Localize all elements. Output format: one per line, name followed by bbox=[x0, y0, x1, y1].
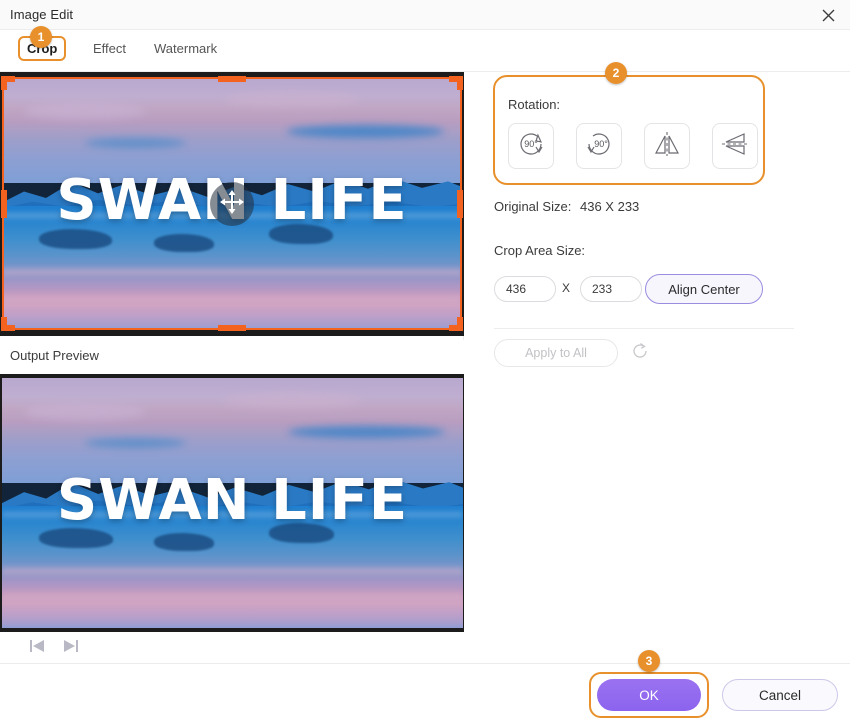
rotation-group: Rotation: 90° 90° bbox=[493, 75, 765, 185]
photo-caption: SWAN LIFE bbox=[56, 468, 409, 533]
photo-cloud bbox=[25, 403, 145, 421]
photo-swan bbox=[154, 533, 215, 551]
crop-handle-bottom[interactable] bbox=[218, 325, 246, 331]
crop-handle-bottom-right[interactable] bbox=[457, 317, 463, 331]
skip-next-icon bbox=[62, 638, 80, 659]
crop-handle-top-right[interactable] bbox=[457, 76, 463, 90]
align-center-button[interactable]: Align Center bbox=[645, 274, 763, 304]
crop-area-size-label: Crop Area Size: bbox=[494, 243, 586, 258]
crop-handle-bottom-left[interactable] bbox=[1, 317, 7, 331]
output-preview-image: SWAN LIFE bbox=[0, 374, 464, 632]
rotation-label: Rotation: bbox=[508, 97, 561, 112]
reset-rotate-icon bbox=[630, 341, 650, 366]
flip-horizontal-icon bbox=[651, 128, 683, 165]
crop-handle-right[interactable] bbox=[457, 189, 463, 218]
cancel-button[interactable]: Cancel bbox=[722, 679, 838, 711]
move-icon bbox=[219, 189, 245, 220]
rotate-right-90-button[interactable]: 90° bbox=[508, 123, 554, 169]
image-nav-strip bbox=[0, 632, 464, 664]
rotate-counterclockwise-90-icon: 90° bbox=[582, 127, 616, 166]
photo-water-streak bbox=[2, 593, 463, 601]
rotate-clockwise-90-icon: 90° bbox=[514, 127, 548, 166]
tab-effect[interactable]: Effect bbox=[84, 36, 135, 61]
tab-watermark[interactable]: Watermark bbox=[145, 36, 226, 61]
apply-to-all-button[interactable]: Apply to All bbox=[494, 339, 618, 367]
tab-bar: Crop Effect Watermark bbox=[0, 30, 850, 72]
output-preview-bar: Output Preview bbox=[0, 340, 464, 374]
step-badge-1: 1 bbox=[30, 26, 52, 48]
output-preview-label: Output Preview bbox=[10, 348, 99, 363]
step-badge-2: 2 bbox=[605, 62, 627, 84]
title-bar: Image Edit bbox=[0, 0, 850, 30]
reset-button[interactable] bbox=[627, 340, 653, 366]
svg-text:90°: 90° bbox=[524, 139, 538, 149]
settings-panel: Rotation: 90° 90° Original Size: 436 X 2… bbox=[465, 72, 850, 663]
step-badge-3: 3 bbox=[638, 650, 660, 672]
photo-cloud bbox=[287, 425, 445, 438]
previous-image-button[interactable] bbox=[24, 636, 50, 660]
close-icon bbox=[822, 9, 835, 22]
crop-handle-left[interactable] bbox=[1, 189, 7, 218]
crop-handle-top[interactable] bbox=[218, 76, 246, 82]
flip-horizontal-button[interactable] bbox=[644, 123, 690, 169]
flip-vertical-icon bbox=[719, 128, 751, 165]
crop-width-input[interactable]: 436 bbox=[494, 276, 556, 302]
flip-vertical-button[interactable] bbox=[712, 123, 758, 169]
photo-cloud bbox=[223, 393, 362, 408]
panel-divider bbox=[494, 328, 794, 329]
ok-button[interactable]: OK bbox=[597, 679, 701, 711]
rotate-left-90-button[interactable]: 90° bbox=[576, 123, 622, 169]
crop-handle-top-left[interactable] bbox=[1, 76, 7, 90]
window-title: Image Edit bbox=[10, 7, 74, 22]
crop-editor-preview[interactable]: SWAN LIFE bbox=[0, 72, 464, 336]
photo-water-streak bbox=[2, 568, 463, 574]
photo-cloud bbox=[84, 438, 187, 448]
crop-move-handle[interactable] bbox=[210, 182, 254, 226]
close-button[interactable] bbox=[806, 0, 850, 30]
next-image-button[interactable] bbox=[58, 636, 84, 660]
svg-text:90°: 90° bbox=[594, 139, 608, 149]
original-size-label: Original Size: bbox=[494, 199, 572, 214]
output-source-image: SWAN LIFE bbox=[2, 378, 463, 628]
original-size-value: 436 X 233 bbox=[580, 199, 640, 214]
photo-swan-life-output: SWAN LIFE bbox=[2, 378, 463, 628]
footer-bar: OK Cancel bbox=[0, 663, 850, 725]
crop-size-separator: X bbox=[562, 281, 571, 295]
crop-height-input[interactable]: 233 bbox=[580, 276, 642, 302]
skip-previous-icon bbox=[28, 638, 46, 659]
